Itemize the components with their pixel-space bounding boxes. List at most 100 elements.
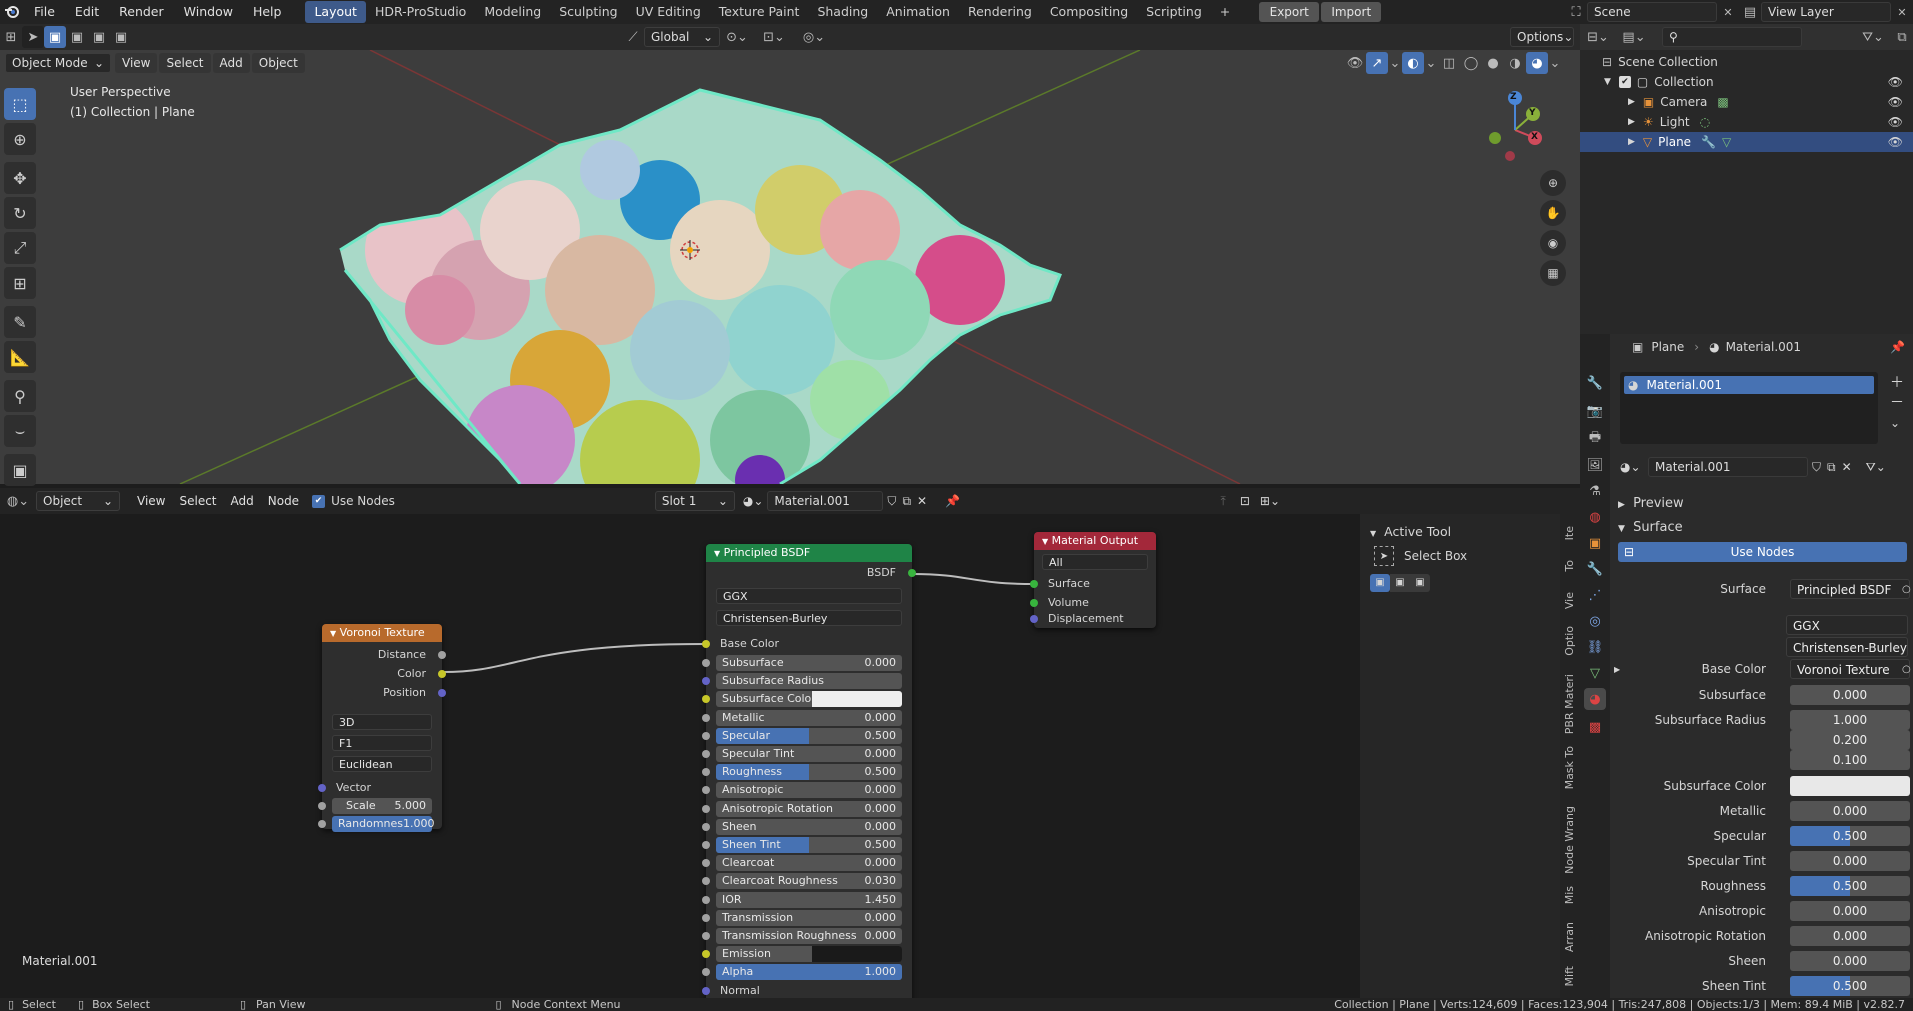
snap-icon[interactable]: ⊡⌄ (754, 26, 794, 48)
side-tab-options[interactable]: Optio (1563, 626, 1576, 656)
bsdf-input-socket[interactable] (702, 750, 710, 758)
select-mode-intersect-icon[interactable]: ▣ (110, 26, 132, 48)
bsdf-input-socket[interactable] (702, 731, 710, 740)
volume-input-socket[interactable] (1030, 599, 1038, 607)
measure-tool-icon[interactable]: 📐 (4, 341, 36, 373)
expand-arrow-icon[interactable]: ▶ (1628, 97, 1635, 107)
bsdf-input-socket[interactable] (702, 768, 710, 777)
material-slot-list[interactable]: ◕ Material.001 (1620, 372, 1878, 444)
3d-viewport[interactable]: Object Mode ⌄ View Select Add Object 👁 ↗ … (0, 50, 1580, 484)
position-output-socket[interactable] (438, 689, 446, 697)
select-tool-icon[interactable]: ➤ (22, 26, 44, 48)
transform-tool-icon[interactable]: ⊞ (4, 267, 36, 299)
select-mode-new-icon[interactable]: ▣ (44, 26, 66, 48)
node-menu-select[interactable]: Select (172, 494, 223, 508)
expand-arrow-icon[interactable]: ▶ (1614, 665, 1620, 674)
displacement-input-socket[interactable] (1030, 615, 1038, 623)
bsdf-distribution-dropdown[interactable]: GGX (716, 588, 902, 604)
voronoi-node-header[interactable]: ▼ Voronoi Texture (322, 624, 442, 642)
material-name-field[interactable]: Material.001 (1648, 457, 1808, 477)
bsdf-subsurface-method-dropdown[interactable]: Christensen-Burley (716, 610, 902, 626)
menu-file[interactable]: File (24, 0, 65, 24)
snap-mode-icon[interactable]: ⊞⌄ (1260, 494, 1280, 508)
export-button[interactable]: Export (1259, 2, 1320, 22)
move-tool-icon[interactable]: ✥ (4, 162, 36, 194)
workspace-tab-scripting[interactable]: Scripting (1137, 1, 1211, 23)
surface-input-socket[interactable] (1030, 580, 1038, 588)
editor-type-icon[interactable]: ⊟⌄ (1580, 26, 1616, 48)
subsurface-field[interactable]: 0.000 (1790, 685, 1910, 705)
bsdf-input-socket[interactable] (702, 786, 710, 795)
link-dot-icon[interactable]: ○ (1902, 664, 1911, 675)
bsdf-input-field[interactable]: Specular 0.500 (716, 727, 902, 744)
bsdf-input-field[interactable]: Emission (716, 946, 902, 963)
subsurface-radius-y-field[interactable]: 0.200 (1790, 730, 1910, 750)
render-tab-icon[interactable]: 📷 (1584, 400, 1606, 422)
surface-shader-field[interactable]: Principled BSDF (1790, 579, 1910, 599)
menu-help[interactable]: Help (243, 0, 292, 24)
rotate-tool-icon[interactable]: ↻ (4, 197, 36, 229)
active-tool-select-box[interactable]: ➤ Select Box (1374, 546, 1467, 566)
pan-hand-icon[interactable]: ✋ (1540, 200, 1566, 226)
voronoi-feature-dropdown[interactable]: F1 (332, 735, 432, 751)
view-layer-field[interactable]: View Layer (1761, 2, 1891, 22)
shader-type-dropdown[interactable]: Object ⌄ (36, 491, 120, 511)
voronoi-dimension-dropdown[interactable]: 3D (332, 714, 432, 730)
bsdf-input-socket[interactable] (702, 913, 710, 922)
add-slot-icon[interactable]: ＋ (1890, 372, 1904, 392)
specular-tint-field[interactable]: 0.000 (1790, 851, 1910, 871)
bsdf-input-field[interactable]: Subsurface Color (716, 691, 902, 708)
bsdf-input-field[interactable]: Clearcoat Roughness 0.030 (716, 873, 902, 890)
fake-user-icon[interactable]: ⛉ (1812, 460, 1821, 475)
bsdf-input-field[interactable]: Metallic 0.000 (716, 709, 902, 726)
bsdf-input-socket[interactable] (702, 804, 710, 813)
scene-tab-icon[interactable]: ⚗ (1584, 480, 1606, 502)
tool-tab-icon[interactable]: 🔧 (1584, 372, 1606, 394)
outliner-row-plane[interactable]: ▶ ▽ Plane 🔧 ▽ 👁 (1580, 132, 1913, 152)
blender-logo-icon[interactable] (0, 1, 24, 23)
outliner-row-camera[interactable]: ▶ ▣ Camera ▩ 👁 (1580, 92, 1913, 112)
outliner-search-input[interactable]: ⚲ (1662, 27, 1802, 47)
bsdf-input-field[interactable]: Anisotropic 0.000 (716, 782, 902, 799)
bsdf-input-field[interactable]: Transmission Roughness 0.000 (716, 928, 902, 944)
expand-arrow-icon[interactable]: ▼ (1604, 77, 1611, 87)
distance-output-socket[interactable] (438, 651, 446, 659)
cursor-tool-icon[interactable]: ⊕ (4, 123, 36, 155)
bsdf-input-field[interactable]: Specular Tint 0.000 (716, 746, 902, 762)
anisotropic-field[interactable]: 0.000 (1790, 901, 1910, 921)
workspace-tab-texture-paint[interactable]: Texture Paint (710, 1, 809, 23)
output-target-dropdown[interactable]: All (1042, 554, 1148, 570)
scale-input-socket[interactable] (318, 802, 326, 810)
specular-field[interactable]: 0.500 (1790, 826, 1910, 846)
principled-bsdf-node[interactable]: ▼ Principled BSDF BSDF GGX Christensen-B… (702, 544, 916, 998)
mode-new-icon[interactable]: ▣ (1370, 574, 1390, 592)
bsdf-node-header[interactable]: ▼ Principled BSDF (706, 544, 912, 562)
zoom-icon[interactable]: ⊕ (1540, 170, 1566, 196)
annotate-tool-icon[interactable]: ✎ (4, 306, 36, 338)
voronoi-metric-dropdown[interactable]: Euclidean (332, 756, 432, 772)
mode-subtract-icon[interactable]: ▣ (1410, 574, 1430, 592)
node-menu-add[interactable]: Add (224, 494, 261, 508)
node-editor-canvas[interactable]: ▼ Voronoi Texture Distance Color Positio… (0, 514, 1360, 998)
camera-view-icon[interactable]: ◉ (1540, 230, 1566, 256)
workspace-tab-compositing[interactable]: Compositing (1041, 1, 1137, 23)
parent-node-icon[interactable]: ⤒ (1221, 494, 1226, 509)
world-tab-icon[interactable]: ◍ (1584, 506, 1606, 528)
close-icon[interactable]: ✕ (1842, 460, 1852, 474)
bsdf-input-socket[interactable] (702, 695, 710, 704)
scene-icon[interactable]: ⛶ (1565, 1, 1587, 23)
bsdf-input-field[interactable]: Clearcoat 0.000 (716, 855, 902, 872)
texture-tab-icon[interactable]: ▩ (1584, 716, 1606, 738)
side-tab-misc[interactable]: Mis (1563, 886, 1576, 904)
duplicate-icon[interactable]: ⧉ (902, 494, 911, 509)
bsdf-input-socket[interactable] (702, 713, 710, 722)
eye-icon[interactable]: 👁 (1888, 115, 1903, 129)
menu-render[interactable]: Render (109, 0, 174, 24)
side-tab-arrange[interactable]: Arran (1563, 922, 1576, 952)
side-tab-mask-tools[interactable]: Mask To (1563, 746, 1576, 789)
material-browse-icon[interactable]: ◕⌄ (743, 494, 764, 508)
preview-panel-header[interactable]: ▶ Preview (1618, 496, 1684, 511)
output-tab-icon[interactable]: 🖶 (1584, 428, 1606, 450)
view-layer-tab-icon[interactable]: 🖼 (1584, 454, 1606, 476)
sheen-tint-field[interactable]: 0.500 (1790, 976, 1910, 996)
